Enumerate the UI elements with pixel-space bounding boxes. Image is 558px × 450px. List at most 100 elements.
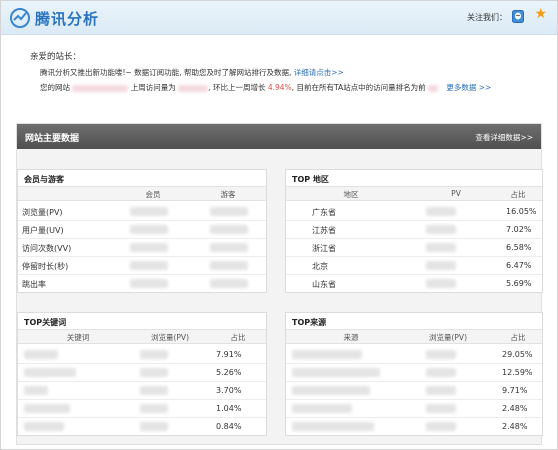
- details-link[interactable]: 详细请点击>>: [294, 68, 344, 77]
- view-details-link[interactable]: 查看详细数据>>: [475, 132, 533, 143]
- row-label: 停留时长(秒): [22, 262, 69, 271]
- region-share: 16.05%: [506, 207, 537, 216]
- growth-label: 环比上一周增长: [212, 83, 266, 92]
- table-row: 3.70%: [18, 382, 266, 400]
- col-header: 游客: [220, 190, 236, 199]
- table-row: 0.84%: [18, 418, 266, 436]
- redacted-value: [210, 261, 248, 270]
- redacted-value: [426, 243, 456, 252]
- region-share: 6.58%: [506, 243, 532, 252]
- source-share: 2.48%: [502, 422, 528, 431]
- row-label: 跳出率: [22, 280, 46, 289]
- members-header-row: 会员 游客: [18, 186, 266, 201]
- top-regions-box: TOP 地区 地区 PV 占比 广东省 16.05% 江苏省 7.02% 浙江省…: [285, 169, 543, 293]
- redacted-value: [130, 261, 168, 270]
- top-keywords-box: TOP关键词 关键词 浏览量(PV) 占比 7.91% 5.26% 3.70% …: [17, 312, 267, 436]
- source-share: 12.59%: [502, 368, 533, 377]
- redacted-source: [292, 422, 374, 431]
- redacted-value: [210, 279, 248, 288]
- redacted-value: [140, 386, 168, 395]
- main-data-panel: 网站主要数据 查看详细数据>> 会员与游客 会员 游客 浏览量(PV) 用户量(…: [16, 123, 543, 445]
- follow-us-label: 关注我们：: [467, 13, 507, 22]
- tencent-analytics-logo-icon: [10, 8, 30, 28]
- redacted-keyword: [24, 350, 58, 359]
- region-name: 江苏省: [312, 226, 336, 235]
- favorite-star-icon[interactable]: ★: [534, 7, 547, 21]
- redacted-value: [426, 422, 456, 431]
- keywords-header-row: 关键词 浏览量(PV) 占比: [18, 329, 266, 344]
- region-name: 北京: [312, 262, 328, 271]
- summary-visits-label: 上周访问量为: [130, 83, 176, 92]
- redacted-value: [140, 422, 168, 431]
- panel-title-bar: 网站主要数据 查看详细数据>>: [17, 124, 541, 149]
- table-row: 2.48%: [286, 418, 542, 436]
- redacted-source: [292, 350, 362, 359]
- weekly-summary-line: 您的网站 上周访问量为 , 环比上一周增长 4.94%, 目前在所有TA站点中的…: [40, 83, 492, 92]
- table-row: 江苏省 7.02%: [286, 221, 542, 239]
- redacted-value: [426, 350, 456, 359]
- redacted-keyword: [24, 422, 64, 431]
- table-row: 停留时长(秒): [18, 257, 266, 275]
- table-row: 12.59%: [286, 364, 542, 382]
- col-header: 占比: [230, 333, 246, 342]
- table-row: 1.04%: [18, 400, 266, 418]
- rank-redacted: [427, 84, 438, 92]
- top-sources-box: TOP来源 来源 浏览量(PV) 占比 29.05% 12.59% 9.71% …: [285, 312, 543, 436]
- col-header: PV: [451, 189, 461, 198]
- redacted-keyword: [24, 386, 48, 395]
- table-row: 用户量(UV): [18, 221, 266, 239]
- redacted-value: [140, 404, 168, 413]
- keyword-share: 3.70%: [216, 386, 242, 395]
- source-share: 2.48%: [502, 404, 528, 413]
- header-bar: 腾讯分析 关注我们： ★: [1, 1, 557, 35]
- redacted-value: [210, 225, 248, 234]
- redacted-source: [292, 386, 370, 395]
- region-name: 广东省: [312, 208, 336, 217]
- col-header: 地区: [343, 190, 359, 199]
- brand-title: 腾讯分析: [35, 10, 100, 28]
- redacted-value: [130, 243, 168, 252]
- redacted-value: [426, 404, 456, 413]
- qq-icon[interactable]: [512, 10, 524, 23]
- redacted-value: [140, 368, 168, 377]
- keyword-share: 1.04%: [216, 404, 242, 413]
- table-row: 7.91%: [18, 346, 266, 364]
- site-name-redacted: [72, 84, 129, 92]
- regions-title: TOP 地区: [292, 175, 329, 184]
- redacted-value: [426, 261, 456, 270]
- members-visitors-box: 会员与游客 会员 游客 浏览量(PV) 用户量(UV) 访问次数(VV) 停留时…: [17, 169, 267, 293]
- region-share: 5.69%: [506, 279, 532, 288]
- keyword-share: 5.26%: [216, 368, 242, 377]
- redacted-keyword: [24, 404, 70, 413]
- redacted-source: [292, 404, 352, 413]
- table-row: 北京 6.47%: [286, 257, 542, 275]
- redacted-value: [426, 225, 456, 234]
- redacted-value: [130, 207, 168, 216]
- announcement-line: 腾讯分析又推出新功能喽!~ 数据订阅功能, 帮助您及时了解网站排行及数据, 详细…: [40, 67, 344, 78]
- regions-header-row: 地区 PV 占比: [286, 186, 542, 201]
- redacted-value: [426, 207, 456, 216]
- region-share: 7.02%: [506, 225, 532, 234]
- greeting-salutation: 亲爱的站长：: [30, 52, 82, 62]
- redacted-value: [140, 350, 168, 359]
- rank-label: 目前在所有TA站点中的访问量排名为前: [296, 83, 426, 92]
- source-share: 29.05%: [502, 350, 533, 359]
- redacted-value: [130, 279, 168, 288]
- summary-prefix: 您的网站: [40, 83, 70, 92]
- panel-title: 网站主要数据: [25, 134, 80, 144]
- keyword-share: 0.84%: [216, 422, 242, 431]
- row-label: 浏览量(PV): [22, 208, 63, 217]
- visits-redacted: [178, 84, 209, 92]
- redacted-value: [130, 225, 168, 234]
- col-header: 占比: [510, 333, 526, 342]
- announcement-text: 腾讯分析又推出新功能喽!~ 数据订阅功能, 帮助您及时了解网站排行及数据,: [40, 68, 292, 77]
- redacted-value: [426, 386, 456, 395]
- col-header: 浏览量(PV): [150, 333, 189, 342]
- redacted-value: [210, 243, 248, 252]
- more-data-link[interactable]: 更多数据 >>: [446, 83, 491, 92]
- col-header: 占比: [510, 190, 526, 199]
- col-header: 会员: [145, 190, 161, 199]
- row-label: 访问次数(VV): [22, 244, 72, 253]
- table-row: 山东省 5.69%: [286, 275, 542, 293]
- source-share: 9.71%: [502, 386, 528, 395]
